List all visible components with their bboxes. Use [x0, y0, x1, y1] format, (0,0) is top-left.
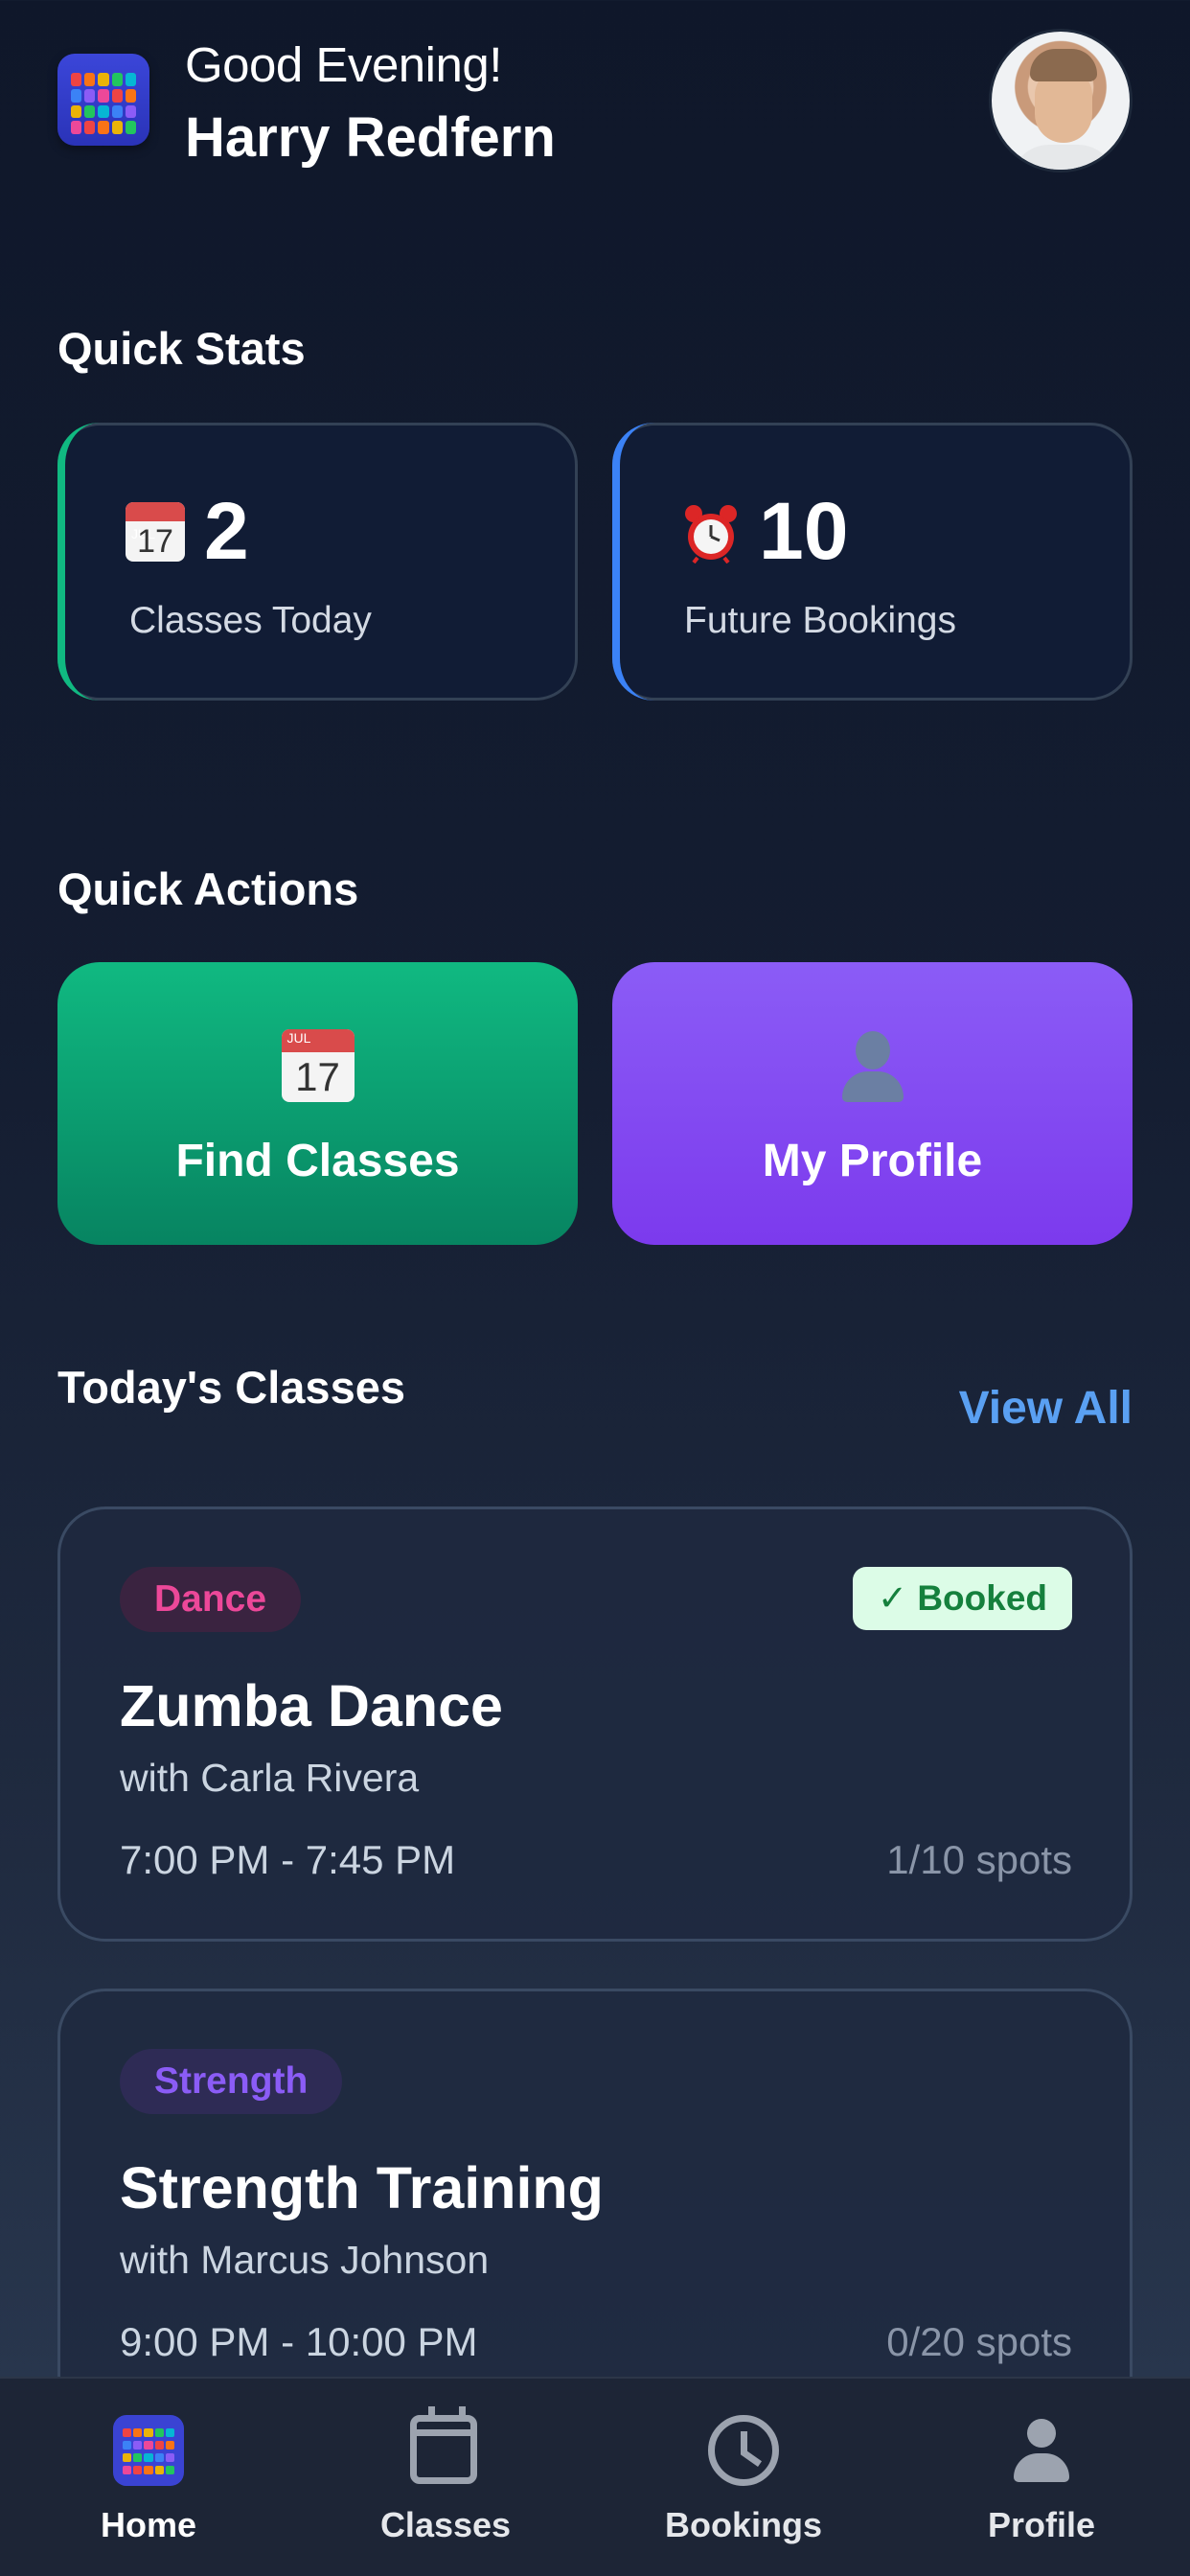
- class-title: Zumba Dance: [120, 1673, 503, 1738]
- quick-actions-title: Quick Actions: [57, 863, 359, 914]
- class-instructor: with Marcus Johnson: [120, 2238, 490, 2282]
- tab-profile[interactable]: Profile: [922, 2379, 1161, 2576]
- category-tag: Dance: [120, 1567, 302, 1632]
- class-spots: 1/10 spots: [886, 1837, 1072, 1882]
- app-calendar-grid-icon: [57, 54, 149, 146]
- class-card-strength[interactable]: Strength Strength Training with Marcus J…: [57, 1989, 1133, 2424]
- stat-label: Future Bookings: [684, 600, 956, 641]
- class-card-zumba[interactable]: Dance ✓ Booked Zumba Dance with Carla Ri…: [57, 1506, 1133, 1942]
- stat-value: 2: [204, 486, 249, 576]
- user-avatar[interactable]: [989, 29, 1133, 172]
- tab-label: Classes: [379, 2505, 512, 2544]
- view-all-link[interactable]: View All: [959, 1382, 1133, 1435]
- calendar-icon: JUL 17: [126, 502, 187, 564]
- app-icon-grid: [71, 73, 136, 134]
- class-spots: 0/20 spots: [886, 2319, 1072, 2364]
- tab-bookings[interactable]: Bookings: [624, 2379, 863, 2576]
- clock-icon: [708, 2415, 779, 2486]
- stat-card-future-bookings[interactable]: 10 Future Bookings: [612, 423, 1133, 701]
- tab-home[interactable]: Home: [29, 2379, 268, 2576]
- stat-card-classes-today[interactable]: JUL 17 2 Classes Today: [57, 423, 578, 701]
- tab-label: Home: [100, 2505, 197, 2544]
- class-time: 9:00 PM - 10:00 PM: [120, 2319, 478, 2364]
- person-icon: [1006, 2415, 1077, 2486]
- booked-badge: ✓ Booked: [853, 1567, 1072, 1630]
- calendar-icon: JUL 17: [281, 1029, 355, 1102]
- category-tag: Strength: [120, 2049, 343, 2114]
- class-title: Strength Training: [120, 2155, 604, 2220]
- alarm-clock-icon: [680, 502, 742, 564]
- stat-label: Classes Today: [129, 600, 372, 641]
- greeting-text: Good Evening!: [185, 37, 502, 92]
- header: Good Evening! Harry Redfern: [57, 29, 1133, 172]
- my-profile-button[interactable]: My Profile: [612, 962, 1133, 1245]
- find-classes-button[interactable]: JUL 17 Find Classes: [57, 962, 578, 1245]
- class-instructor: with Carla Rivera: [120, 1756, 420, 1800]
- my-profile-label: My Profile: [762, 1136, 983, 1186]
- find-classes-label: Find Classes: [175, 1136, 460, 1186]
- tab-classes[interactable]: Classes: [326, 2379, 565, 2576]
- tab-label: Bookings: [664, 2505, 822, 2544]
- todays-classes-title: Today's Classes: [57, 1362, 405, 1413]
- quick-stats-title: Quick Stats: [57, 323, 306, 374]
- class-time: 7:00 PM - 7:45 PM: [120, 1837, 456, 1882]
- person-icon: [836, 1029, 909, 1102]
- calendar-icon: [410, 2406, 481, 2486]
- home-grid-icon: [113, 2415, 184, 2486]
- user-name: Harry Redfern: [185, 106, 556, 169]
- tab-label: Profile: [987, 2505, 1096, 2544]
- stat-value: 10: [759, 486, 849, 576]
- tab-bar: Home Classes Bookings Profile: [0, 2377, 1190, 2576]
